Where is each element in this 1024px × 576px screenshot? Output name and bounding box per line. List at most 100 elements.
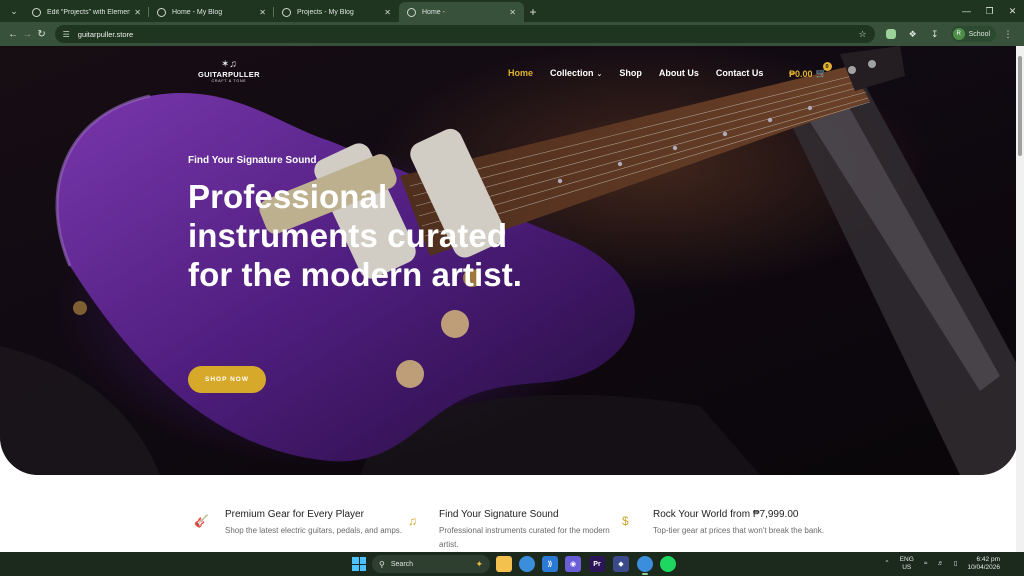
cart-button[interactable]: ₱0.00 🛒 0 — [789, 62, 832, 79]
chrome-icon[interactable] — [519, 556, 535, 572]
download-icon[interactable]: ↧ — [925, 25, 945, 43]
feature-text: Top-tier gear at prices that won't break… — [653, 526, 824, 535]
close-window-icon[interactable]: ✕ — [1001, 0, 1024, 22]
cart-icon: 🛒 0 — [816, 62, 832, 79]
page-scrollbar[interactable] — [1016, 46, 1024, 552]
extension-icon[interactable] — [881, 25, 901, 43]
site-navigation: Home Collection ⌄ Shop About Us Contact U… — [508, 68, 780, 78]
address-bar[interactable]: ☰ guitarpuller.store ☆ — [54, 25, 875, 43]
browser-tab-active[interactable]: Home - ✕ — [399, 2, 524, 22]
scrollbar-thumb[interactable] — [1018, 56, 1022, 156]
tab-close-icon[interactable]: ✕ — [384, 8, 391, 17]
game-controller-icon[interactable]: ◉ — [565, 556, 581, 572]
window-controls: — ❐ ✕ — [955, 0, 1024, 22]
tab-title: Edit “Projects” with Elementor — [47, 8, 131, 16]
spotify-icon[interactable] — [660, 556, 676, 572]
feature-item: 🎸 Premium Gear for Every Player Shop the… — [190, 509, 404, 552]
system-tray: ⌃ ENG US ≈ ♬ ▯ 6:42 pm 10/04/2026 — [884, 552, 1024, 576]
tab-favicon-icon — [32, 7, 41, 17]
nav-about-us[interactable]: About Us — [659, 68, 699, 78]
cart-count-badge: 0 — [822, 62, 832, 71]
premiere-icon[interactable]: Pr — [589, 556, 605, 572]
profile-name: School — [968, 30, 991, 38]
hero-headline: Professional instruments curated for the… — [188, 178, 523, 293]
new-tab-icon[interactable]: + — [524, 3, 542, 21]
feature-title: Rock Your World from ₱7,999.00 — [653, 509, 799, 520]
hero-section: ✶♫ GUITARPULLER CRAFT & TONE Home Collec… — [0, 46, 1018, 475]
feature-title: Find Your Signature Sound — [439, 509, 559, 520]
logo-tagline: CRAFT & TONE — [211, 79, 247, 83]
battery-icon[interactable]: ▯ — [954, 560, 958, 568]
chevron-down-icon: ⌄ — [596, 71, 603, 78]
feature-item: ♫ Find Your Signature Sound Professional… — [404, 509, 618, 552]
browser-tab[interactable]: Home - My Blog ✕ — [149, 2, 274, 22]
nav-home[interactable]: Home — [508, 68, 533, 78]
page-viewport: ✶♫ GUITARPULLER CRAFT & TONE Home Collec… — [0, 46, 1024, 552]
extensions-puzzle-icon[interactable]: ❖ — [903, 25, 923, 43]
search-icon: ⚲ — [379, 559, 385, 569]
browser-tab-strip: ⌄ Edit “Projects” with Elementor ✕ Home … — [0, 0, 1024, 22]
cart-total: ₱0.00 — [789, 68, 813, 79]
language-indicator[interactable]: ENG US — [900, 556, 914, 572]
tab-close-icon[interactable]: ✕ — [134, 8, 141, 17]
tab-title: Home - My Blog — [172, 8, 223, 16]
url-text: guitarpuller.store — [77, 29, 134, 39]
reload-icon[interactable]: ↻ — [34, 24, 48, 44]
taskbar: ⚲ Search ✦ ⟫ ◉ Pr ◆ ⌃ ENG US ≈ ♬ ▯ 6:42 p… — [0, 552, 1024, 576]
tab-title: Projects - My Blog — [297, 8, 354, 16]
features-row: 🎸 Premium Gear for Every Player Shop the… — [190, 509, 840, 552]
taskbar-search-label: Search — [390, 560, 414, 568]
shop-now-button[interactable]: SHOP NOW — [188, 366, 266, 393]
security-shield-icon[interactable]: ◆ — [613, 556, 629, 572]
nav-contact-us[interactable]: Contact Us — [716, 68, 764, 78]
nav-shop[interactable]: Shop — [619, 68, 642, 78]
clock-time: 6:42 pm — [976, 556, 1001, 563]
feature-item: $ Rock Your World from ₱7,999.00 Top-tie… — [618, 509, 832, 552]
logo-wordmark: GUITARPULLER — [198, 70, 260, 79]
feature-title: Premium Gear for Every Player — [225, 509, 364, 520]
forward-icon[interactable]: → — [20, 24, 34, 44]
wifi-icon[interactable]: ≈ — [924, 560, 928, 568]
tab-favicon-icon — [282, 7, 291, 17]
vscode-icon[interactable]: ⟫ — [542, 556, 558, 572]
chevron-up-icon[interactable]: ⌃ — [884, 560, 889, 568]
feature-text: Shop the latest electric guitars, pedals… — [225, 526, 402, 535]
clock[interactable]: 6:42 pm 10/04/2026 — [967, 556, 1000, 572]
music-note-icon: ♫ — [408, 514, 417, 528]
feature-text: Professional instruments curated for the… — [439, 526, 610, 549]
bookmark-star-icon[interactable]: ☆ — [859, 29, 867, 40]
tab-close-icon[interactable]: ✕ — [509, 8, 516, 17]
guitar-icon: 🎸 — [194, 514, 209, 528]
tab-search-icon[interactable]: ⌄ — [4, 2, 24, 20]
windows-start-icon[interactable] — [352, 557, 366, 571]
browser-tab[interactable]: Edit “Projects” with Elementor ✕ — [24, 2, 149, 22]
browser-toolbar: ← → ↻ ☰ guitarpuller.store ☆ ❖ ↧ R Schoo… — [0, 22, 1024, 46]
avatar: R — [952, 28, 965, 40]
clock-date: 10/04/2026 — [967, 564, 1000, 571]
hero-eyebrow: Find Your Signature Sound — [188, 155, 317, 166]
site-logo[interactable]: ✶♫ GUITARPULLER CRAFT & TONE — [198, 59, 260, 84]
taskbar-search[interactable]: ⚲ Search ✦ — [372, 555, 490, 573]
tab-favicon-icon — [157, 7, 166, 17]
browser-menu-icon[interactable]: ⋮ — [998, 25, 1018, 43]
minimize-icon[interactable]: — — [955, 0, 978, 22]
volume-icon[interactable]: ♬ — [937, 560, 944, 568]
restore-icon[interactable]: ❐ — [978, 0, 1001, 22]
tab-title: Home - — [422, 8, 445, 16]
nav-collection[interactable]: Collection ⌄ — [550, 68, 602, 78]
nav-collection-label: Collection — [550, 68, 594, 78]
chrome-profile-icon[interactable] — [637, 556, 653, 572]
tab-close-icon[interactable]: ✕ — [259, 8, 266, 17]
guitar-logo-icon: ✶♫ — [220, 59, 237, 70]
language-code: ENG — [899, 556, 914, 563]
profile-button[interactable]: R School — [950, 26, 997, 42]
dollar-icon: $ — [622, 514, 629, 528]
search-highlight-icon: ✦ — [475, 558, 483, 569]
active-app-indicator — [642, 573, 648, 575]
region-code: US — [902, 564, 912, 571]
browser-tab[interactable]: Projects - My Blog ✕ — [274, 2, 399, 22]
file-explorer-icon[interactable] — [496, 556, 512, 572]
tab-favicon-icon — [407, 7, 416, 17]
site-info-icon[interactable]: ☰ — [63, 30, 70, 39]
back-icon[interactable]: ← — [6, 24, 20, 44]
